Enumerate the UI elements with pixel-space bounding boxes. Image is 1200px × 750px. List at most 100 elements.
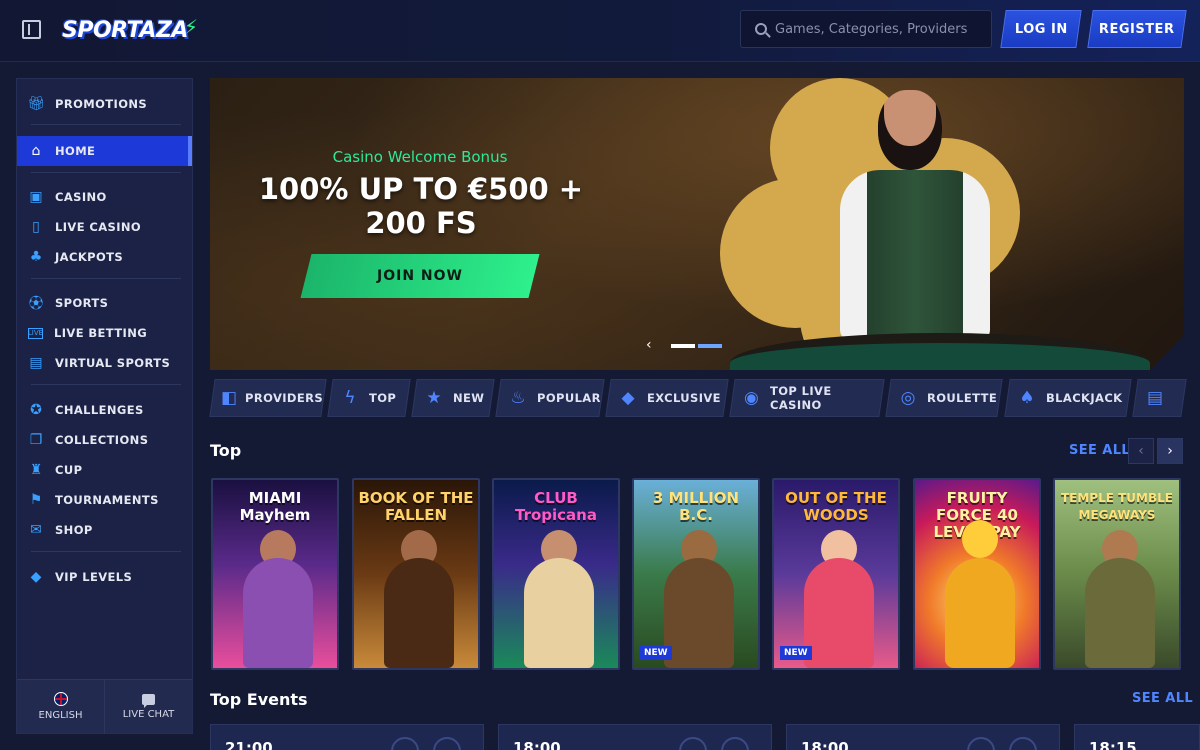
sidebar-item-label: HOME (55, 144, 96, 158)
event-card[interactable]: 18:15 (1074, 724, 1200, 750)
search-input[interactable] (775, 21, 985, 37)
game-character (384, 558, 454, 668)
sidebar-toggle-icon[interactable] (22, 20, 41, 39)
game-tile[interactable]: CLUB Tropicana (492, 478, 620, 670)
game-tile[interactable]: FRUITY FORCE 40 LEVEL PAY (913, 478, 1041, 670)
sidebar-item-sports[interactable]: ⚽︎ SPORTS (17, 288, 192, 318)
team-logo-icon (679, 737, 707, 750)
see-all-top-link[interactable]: SEE ALL (1069, 443, 1130, 458)
game-title: TEMPLE TUMBLE MEGAWAYS (1060, 491, 1173, 522)
trophy-icon: ♜ (29, 462, 43, 478)
sidebar-item-live-betting[interactable]: LIVE LIVE BETTING (17, 318, 192, 348)
event-card[interactable]: 21:00 (210, 724, 484, 750)
football-icon: ⚽︎ (29, 296, 43, 312)
diamond-icon: ◆ (30, 569, 42, 585)
game-tile[interactable]: 3 MILLION B.C. NEW (632, 478, 760, 670)
game-tile[interactable]: OUT OF THE WOODS NEW (772, 478, 900, 670)
event-card[interactable]: 18:00 (786, 724, 1060, 750)
game-character (1085, 558, 1155, 668)
sidebar: 🎁︎ PROMOTIONS ⌂ HOME ▣ CASINO ▯ LIVE CAS… (16, 78, 193, 734)
sidebar-item-live-casino[interactable]: ▯ LIVE CASINO (17, 212, 192, 242)
blackjack-icon: ♠ (1019, 388, 1035, 408)
new-badge: NEW (640, 646, 672, 660)
category-roulette[interactable]: ◎ ROULETTE (885, 379, 1003, 417)
slide-indicator[interactable] (698, 344, 722, 348)
sidebar-item-promotions[interactable]: 🎁︎ PROMOTIONS (17, 89, 192, 119)
sidebar-item-label: CHALLENGES (55, 403, 144, 417)
category-blackjack[interactable]: ♠ BLACKJACK (1004, 379, 1132, 417)
dealer-head-image (878, 90, 942, 170)
category-top-live-casino[interactable]: ◉ TOP LIVE CASINO (729, 379, 885, 417)
category-exclusive[interactable]: ◆ EXCLUSIVE (605, 379, 729, 417)
sidebar-item-collections[interactable]: ❐ COLLECTIONS (17, 425, 192, 455)
login-button[interactable]: LOG IN (1000, 10, 1082, 48)
event-time: 18:15 (1089, 739, 1137, 750)
game-tile[interactable]: BOOK OF THE FALLEN (352, 478, 480, 670)
game-character (664, 558, 734, 668)
sidebar-footer: ENGLISH LIVE CHAT (17, 679, 192, 733)
register-button[interactable]: REGISTER (1087, 10, 1187, 48)
sidebar-item-jackpots[interactable]: ♣ JACKPOTS (17, 242, 192, 272)
sidebar-item-shop[interactable]: ✉ SHOP (17, 515, 192, 545)
logo[interactable]: SPORTAZA ⚡ (62, 14, 198, 46)
search-box[interactable] (740, 10, 992, 48)
card-icon: ▯ (32, 219, 40, 235)
game-character (243, 558, 313, 668)
providers-icon: ◧ (221, 388, 238, 408)
game-title: 3 MILLION B.C. (652, 489, 740, 524)
logo-text: SPORTAZA (62, 17, 188, 43)
chevron-left-icon[interactable]: ‹ (1128, 438, 1154, 464)
lightning-icon: ϟ (344, 388, 356, 408)
category-label: TOP (369, 391, 397, 405)
divider (31, 172, 181, 173)
home-icon: ⌂ (31, 143, 41, 159)
sidebar-item-label: CUP (55, 463, 83, 477)
register-label: REGISTER (1099, 21, 1175, 37)
chips-icon: ◉ (743, 388, 759, 408)
category-label: TOP LIVE CASINO (769, 384, 832, 412)
search-icon (755, 23, 767, 35)
category-popular[interactable]: ♨ POPULAR (495, 379, 605, 417)
sidebar-item-casino[interactable]: ▣ CASINO (17, 182, 192, 212)
sidebar-item-label: COLLECTIONS (55, 433, 149, 447)
team-logo-icon (391, 737, 419, 750)
category-providers[interactable]: ◧ PROVIDERS (209, 379, 327, 417)
see-all-events-link[interactable]: SEE ALL (1132, 691, 1193, 706)
sidebar-item-home[interactable]: ⌂ HOME (17, 136, 192, 166)
sidebar-item-vip-levels[interactable]: ◆ VIP LEVELS (17, 562, 192, 592)
section-title-top: Top (210, 441, 242, 460)
sidebar-item-virtual-sports[interactable]: ▤ VIRTUAL SPORTS (17, 348, 192, 378)
category-label: BLACKJACK (1046, 391, 1123, 405)
join-now-button[interactable]: JOIN NOW (300, 254, 540, 298)
category-new[interactable]: ★ NEW (411, 379, 495, 417)
divider (31, 551, 181, 552)
live-icon: LIVE (27, 327, 44, 339)
sidebar-item-tournaments[interactable]: ⚑ TOURNAMENTS (17, 485, 192, 515)
sidebar-item-cup[interactable]: ♜ CUP (17, 455, 192, 485)
category-label: PROVIDERS (245, 391, 324, 405)
live-chat-label: LIVE CHAT (122, 708, 175, 720)
shop-icon: ✉ (30, 522, 42, 538)
slot-machine-icon: ▣ (29, 189, 43, 205)
sidebar-item-label: LIVE BETTING (54, 326, 148, 340)
slide-indicator[interactable] (671, 344, 695, 348)
join-now-label: JOIN NOW (377, 268, 463, 284)
live-chat-button[interactable]: LIVE CHAT (104, 680, 192, 733)
game-title: BOOK OF THE FALLEN (358, 489, 474, 524)
language-selector[interactable]: ENGLISH (17, 680, 104, 733)
fire-icon: ♨ (510, 388, 526, 408)
category-top[interactable]: ϟ TOP (327, 379, 411, 417)
chevron-right-icon[interactable]: › (1157, 438, 1183, 464)
flag-checkered-icon: ⚑ (29, 492, 43, 508)
category-more[interactable]: ▤ (1132, 379, 1187, 417)
sidebar-item-label: TOURNAMENTS (55, 493, 159, 507)
team-logo-icon (433, 737, 461, 750)
sidebar-item-label: CASINO (55, 190, 107, 204)
event-card[interactable]: 18:00 (498, 724, 772, 750)
sidebar-item-challenges[interactable]: ✪ CHALLENGES (17, 395, 192, 425)
chevron-left-icon[interactable]: ‹ (646, 338, 656, 352)
category-label: NEW (453, 391, 485, 405)
game-tile[interactable]: MIAMI Mayhem (211, 478, 339, 670)
clover-icon: ♣ (29, 249, 43, 265)
game-tile[interactable]: TEMPLE TUMBLE MEGAWAYS (1053, 478, 1181, 670)
